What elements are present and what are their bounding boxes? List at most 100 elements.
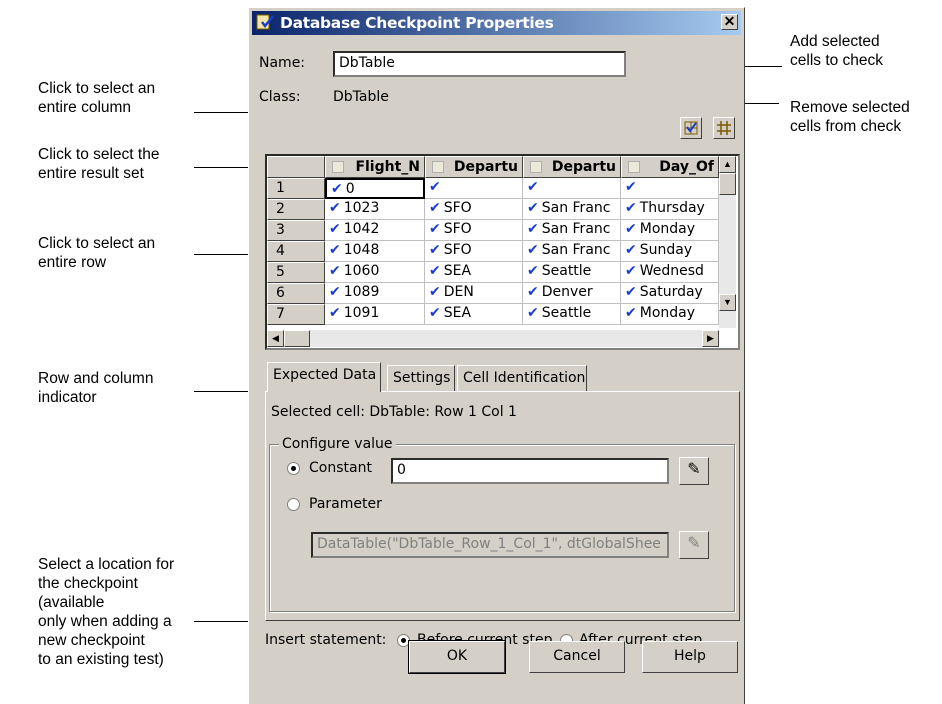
column-header[interactable]: Departu bbox=[523, 156, 621, 178]
grid-cell[interactable]: ✔ 0 bbox=[325, 178, 425, 199]
configure-value-title: Configure value bbox=[279, 436, 396, 452]
annotation-add-cells: Add selected cells to check bbox=[790, 33, 884, 69]
cell-value: 0 bbox=[345, 181, 355, 197]
grid-cell[interactable]: ✔ Seattle bbox=[523, 304, 621, 325]
annotation-row-column-indicator: Row and column indicator bbox=[38, 370, 154, 406]
constant-value-input[interactable]: 0 bbox=[391, 458, 669, 484]
scroll-thumb[interactable] bbox=[284, 330, 310, 347]
grid-cell[interactable]: ✔ bbox=[621, 178, 719, 199]
cell-value: San Franc bbox=[541, 221, 611, 237]
grid-cell[interactable]: ✔ SEA bbox=[425, 262, 523, 283]
column-header[interactable]: Departu bbox=[425, 156, 523, 178]
scroll-right-button[interactable]: ▶ bbox=[702, 330, 719, 347]
checkmark-icon: ✔ bbox=[429, 242, 441, 258]
row-header[interactable]: 6 bbox=[267, 283, 325, 304]
grid-cell[interactable]: ✔ SFO bbox=[425, 220, 523, 241]
class-label: Class: bbox=[259, 89, 301, 105]
checkmark-icon: ✔ bbox=[527, 284, 539, 300]
grid-cell[interactable]: ✔ SEA bbox=[425, 304, 523, 325]
select-all-corner[interactable] bbox=[267, 156, 325, 178]
checkmark-icon: ✔ bbox=[429, 200, 441, 216]
cell-value: Seattle bbox=[541, 263, 592, 279]
constant-label: Constant bbox=[309, 460, 372, 476]
checkmark-icon: ✔ bbox=[527, 263, 539, 279]
grid-cell[interactable]: ✔ 1091 bbox=[325, 304, 425, 325]
scroll-left-button[interactable]: ◀ bbox=[267, 330, 284, 347]
grid-cell[interactable]: ✔ SFO bbox=[425, 241, 523, 262]
row-header[interactable]: 7 bbox=[267, 304, 325, 325]
horizontal-scrollbar[interactable]: ◀ ▶ bbox=[267, 330, 719, 347]
tab-settings[interactable]: Settings bbox=[387, 365, 455, 391]
class-value: DbTable bbox=[333, 89, 389, 105]
title-bar[interactable]: Database Checkpoint Properties ✕ bbox=[252, 11, 741, 35]
database-checkpoint-dialog: Database Checkpoint Properties ✕ Name: D… bbox=[248, 7, 745, 704]
scroll-down-button[interactable]: ▼ bbox=[719, 294, 736, 311]
checkmark-icon: ✔ bbox=[429, 263, 441, 279]
checkmark-icon: ✔ bbox=[625, 179, 637, 195]
cell-value: San Franc bbox=[541, 242, 611, 258]
grid-cell[interactable]: ✔ 1023 bbox=[325, 199, 425, 220]
grid-cell[interactable]: ✔ bbox=[523, 178, 621, 199]
checkmark-icon: ✔ bbox=[429, 179, 441, 195]
cell-value: SEA bbox=[443, 305, 472, 321]
row-header[interactable]: 2 bbox=[267, 199, 325, 220]
cell-value: Sunday bbox=[639, 242, 693, 258]
scroll-up-button[interactable]: ▲ bbox=[719, 156, 736, 173]
grid-cell[interactable]: ✔ SFO bbox=[425, 199, 523, 220]
row-header[interactable]: 5 bbox=[267, 262, 325, 283]
constant-radio[interactable] bbox=[287, 462, 300, 475]
constant-edit-button[interactable]: ✎ bbox=[679, 457, 709, 485]
check-grid-icon bbox=[684, 121, 698, 135]
annotation-select-column: Click to select an entire column bbox=[38, 80, 156, 116]
checkmark-icon: ✔ bbox=[625, 305, 637, 321]
parameter-edit-button[interactable]: ✎ bbox=[679, 531, 709, 559]
checkmark-icon: ✔ bbox=[625, 221, 637, 237]
row-header[interactable]: 4 bbox=[267, 241, 325, 262]
grid-cell[interactable]: ✔ Monday bbox=[621, 220, 719, 241]
parameter-value-input[interactable]: DataTable("DbTable_Row_1_Col_1", dtGloba… bbox=[311, 532, 669, 558]
grid-cell[interactable]: ✔ DEN bbox=[425, 283, 523, 304]
grid-cell[interactable]: ✔ Wednesd bbox=[621, 262, 719, 283]
vertical-scrollbar[interactable]: ▲ ▼ bbox=[719, 156, 736, 328]
grid-cell[interactable]: ✔ Saturday bbox=[621, 283, 719, 304]
grid-cell[interactable]: ✔ 1089 bbox=[325, 283, 425, 304]
dialog-title: Database Checkpoint Properties bbox=[280, 14, 554, 32]
grid-cell[interactable]: ✔ Denver bbox=[523, 283, 621, 304]
help-button[interactable]: Help bbox=[642, 641, 738, 673]
grid-cell[interactable]: ✔ San Franc bbox=[523, 199, 621, 220]
checkmark-icon: ✔ bbox=[527, 221, 539, 237]
grid-cell[interactable]: ✔ 1042 bbox=[325, 220, 425, 241]
column-header[interactable]: Day_Of bbox=[621, 156, 719, 178]
cell-value: 1060 bbox=[343, 263, 380, 279]
grid-cell[interactable]: ✔ Sunday bbox=[621, 241, 719, 262]
grid-cell[interactable]: ✔ Monday bbox=[621, 304, 719, 325]
row-header[interactable]: 3 bbox=[267, 220, 325, 241]
checkmark-icon: ✔ bbox=[329, 200, 341, 216]
remove-selected-cells-button[interactable] bbox=[713, 117, 735, 139]
column-header[interactable]: Flight_N bbox=[325, 156, 425, 178]
tab-cell-identification[interactable]: Cell Identification bbox=[457, 365, 587, 391]
grid-cell[interactable]: ✔ Seattle bbox=[523, 262, 621, 283]
cancel-button[interactable]: Cancel bbox=[529, 641, 625, 673]
tab-expected-data[interactable]: Expected Data bbox=[267, 362, 381, 392]
add-selected-cells-button[interactable] bbox=[680, 117, 702, 139]
row-header[interactable]: 1 bbox=[267, 178, 325, 199]
cell-value: Monday bbox=[639, 221, 696, 237]
cell-value: San Franc bbox=[541, 200, 611, 216]
name-input[interactable]: DbTable bbox=[333, 51, 626, 77]
annotation-remove-cells: Remove selected cells from check bbox=[790, 99, 910, 135]
ok-button[interactable]: OK bbox=[408, 640, 506, 674]
grid-cell[interactable]: ✔ Thursday bbox=[621, 199, 719, 220]
grid-cell[interactable]: ✔ San Franc bbox=[523, 241, 621, 262]
checkmark-icon: ✔ bbox=[527, 242, 539, 258]
result-grid[interactable]: Flight_N Departu Departu Day_Of 1 ✔ 0 ✔ ✔ ✔ 2 ✔… bbox=[265, 154, 740, 350]
grid-cell[interactable]: ✔ bbox=[425, 178, 523, 199]
parameter-radio[interactable] bbox=[287, 498, 300, 511]
close-button[interactable]: ✕ bbox=[721, 14, 738, 30]
grid-cell[interactable]: ✔ 1060 bbox=[325, 262, 425, 283]
checkmark-icon: ✔ bbox=[625, 263, 637, 279]
scroll-thumb[interactable] bbox=[719, 173, 736, 195]
grid-cell[interactable]: ✔ San Franc bbox=[523, 220, 621, 241]
grid-cell[interactable]: ✔ 1048 bbox=[325, 241, 425, 262]
checkmark-icon: ✔ bbox=[329, 221, 341, 237]
